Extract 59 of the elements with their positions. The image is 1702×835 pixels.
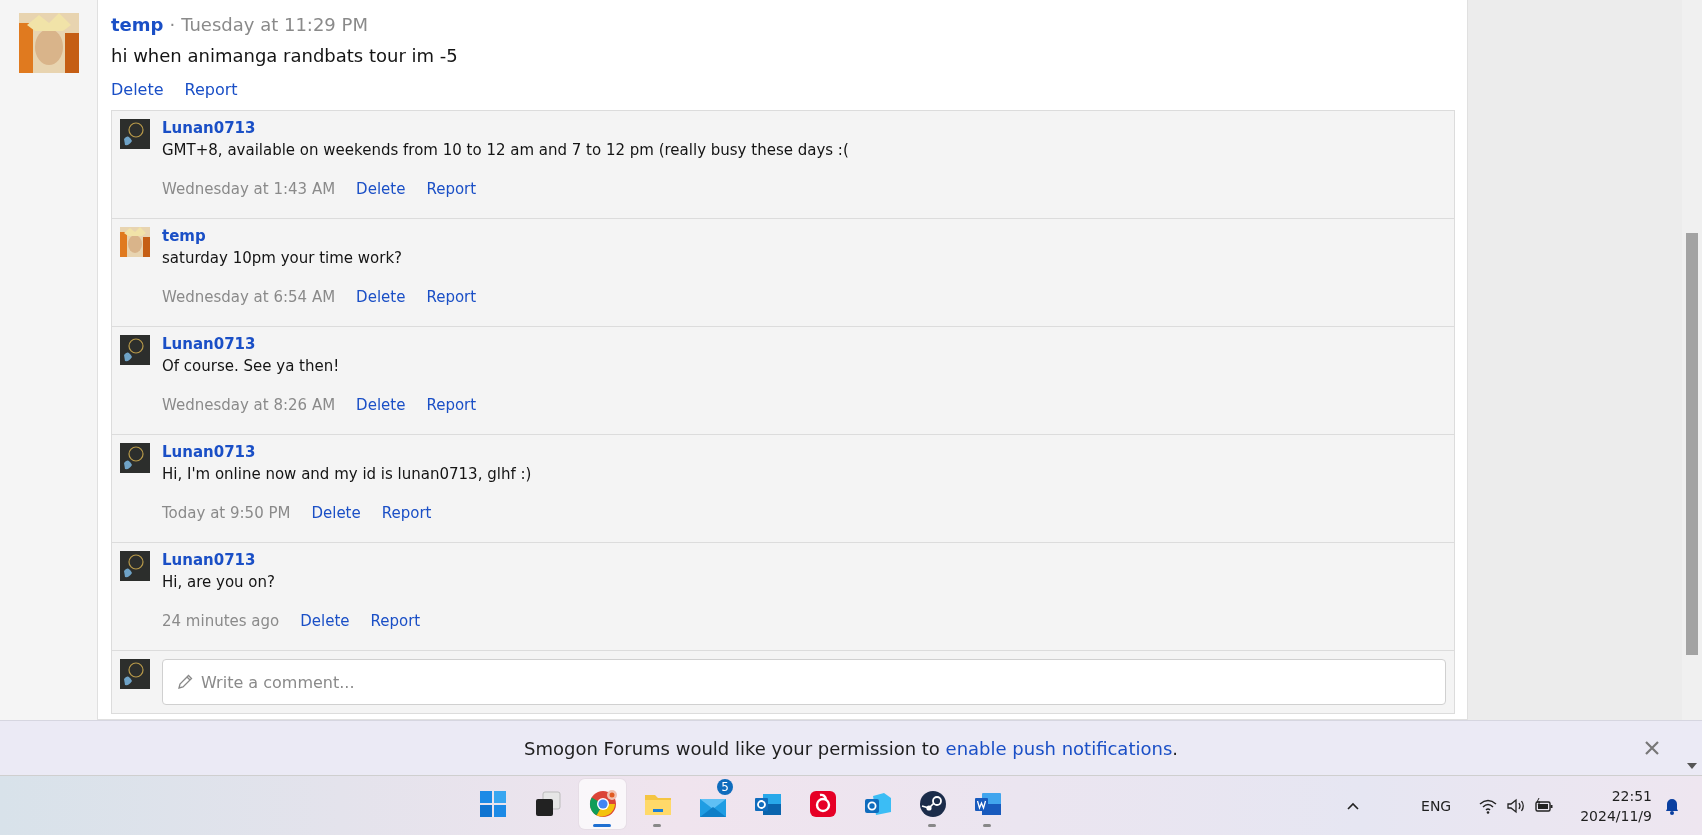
- task-view-icon[interactable]: [533, 790, 562, 818]
- scrollbar-thumb[interactable]: [1686, 233, 1698, 655]
- action-link[interactable]: Delete: [356, 288, 406, 306]
- action-link[interactable]: Delete: [111, 80, 164, 99]
- taskbar-app[interactable]: 5: [689, 779, 736, 829]
- action-link[interactable]: Delete: [356, 180, 406, 198]
- language-indicator[interactable]: ENG: [1421, 798, 1452, 814]
- action-link[interactable]: Delete: [356, 396, 406, 414]
- author-link[interactable]: Lunan0713: [162, 443, 532, 461]
- author-link[interactable]: temp: [162, 227, 477, 245]
- action-link[interactable]: Delete: [311, 504, 361, 522]
- comment-field[interactable]: Write a comment...: [162, 659, 1446, 705]
- clock[interactable]: 22:51 2024/11/9: [1580, 786, 1652, 826]
- post-time: Tuesday at 11:29 PM: [181, 14, 368, 35]
- notification-text: Smogon Forums would like your permission to enable push notifications.: [524, 737, 1178, 759]
- action-link[interactable]: Report: [184, 80, 238, 99]
- mail-icon[interactable]: [698, 799, 727, 817]
- notification-badge: 5: [717, 779, 733, 795]
- avatar-picture: [120, 551, 150, 581]
- comment-text: Of course. See ya then!: [162, 357, 341, 375]
- browser-icon[interactable]: [588, 790, 617, 818]
- action-link[interactable]: Report: [426, 180, 477, 198]
- comment-text: Hi, I'm online now and my id is lunan0713, glhf :): [162, 465, 532, 483]
- avatar-picture: [18, 13, 79, 73]
- avatar-picture: [120, 335, 150, 365]
- action-link[interactable]: Report: [426, 288, 477, 306]
- action-link[interactable]: Report: [370, 612, 421, 630]
- avatar-picture: [120, 659, 150, 689]
- author-link[interactable]: temp: [111, 14, 164, 35]
- pencil-icon: [177, 674, 193, 690]
- clock-time: 22:51: [1611, 787, 1652, 806]
- comment-time: Wednesday at 1:43 AM: [162, 180, 336, 198]
- avatar-picture: [120, 227, 150, 257]
- comment-text: Hi, are you on?: [162, 573, 276, 591]
- post-message: hi when animanga randbats tour im -5: [111, 45, 459, 66]
- scroll-down-icon[interactable]: [1687, 763, 1697, 769]
- author-link[interactable]: Lunan0713: [162, 551, 421, 569]
- avatar-picture: [120, 443, 150, 473]
- volume-icon[interactable]: [1506, 796, 1527, 816]
- clock-date: 2024/11/9: [1580, 807, 1652, 826]
- comment-time: 24 minutes ago: [162, 612, 280, 630]
- author-link[interactable]: Lunan0713: [162, 335, 477, 353]
- start-icon[interactable]: [478, 790, 507, 818]
- avatar-picture: [120, 119, 150, 149]
- enable-notifications-link[interactable]: enable push notifications: [945, 737, 1173, 759]
- word-icon[interactable]: [973, 790, 1002, 818]
- author-link[interactable]: Lunan0713: [162, 119, 849, 137]
- action-link[interactable]: Report: [426, 396, 477, 414]
- comment-text: saturday 10pm your time work?: [162, 249, 404, 267]
- action-link[interactable]: Delete: [300, 612, 350, 630]
- comment-time: Wednesday at 8:26 AM: [162, 396, 336, 414]
- comment-text: GMT+8, available on weekends from 10 to 12 am and 7 to 12 pm (really busy these days :(: [162, 141, 849, 159]
- outlook-icon[interactable]: [863, 790, 892, 818]
- comment-time: Wednesday at 6:54 AM: [162, 288, 336, 306]
- comment-time: Today at 9:50 PM: [162, 504, 291, 522]
- music-app-icon[interactable]: [808, 790, 837, 818]
- steam-icon[interactable]: [918, 790, 947, 818]
- separator-text: ·: [169, 14, 176, 35]
- action-link[interactable]: Report: [381, 504, 432, 522]
